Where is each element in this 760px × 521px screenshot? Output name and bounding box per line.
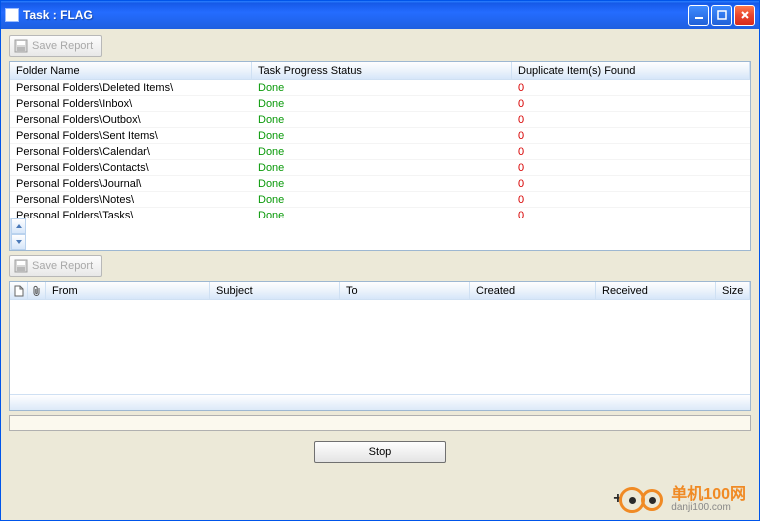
header-to[interactable]: To [340,282,470,299]
close-button[interactable] [734,5,755,26]
save-icon [14,259,28,273]
table-row[interactable]: Personal Folders\Calendar\Done0 [10,144,750,160]
save-icon [14,39,28,53]
header-received[interactable]: Received [596,282,716,299]
cell-status: Done [252,82,512,94]
header-task-status[interactable]: Task Progress Status [252,62,512,79]
save-report-label: Save Report [32,40,93,52]
progress-bar [9,415,751,431]
stop-button[interactable]: Stop [314,441,446,463]
task-table-body: Personal Folders\Deleted Items\Done0Pers… [10,80,750,218]
cell-status: Done [252,162,512,174]
cell-duplicates: 0 [512,98,750,110]
paperclip-icon [32,285,42,297]
save-report-label: Save Report [32,260,93,272]
cell-folder: Personal Folders\Notes\ [10,194,252,206]
cell-folder: Personal Folders\Sent Items\ [10,130,252,142]
task-table-header: Folder Name Task Progress Status Duplica… [10,62,750,80]
table-row[interactable]: Personal Folders\Tasks\Done0 [10,208,750,218]
table-row[interactable]: Personal Folders\Outbox\Done0 [10,112,750,128]
cell-duplicates: 0 [512,82,750,94]
cell-duplicates: 0 [512,130,750,142]
cell-duplicates: 0 [512,178,750,190]
task-table-panel: Folder Name Task Progress Status Duplica… [9,61,751,251]
task-table: Folder Name Task Progress Status Duplica… [10,62,750,218]
table-row[interactable]: Personal Folders\Notes\Done0 [10,192,750,208]
cell-folder: Personal Folders\Calendar\ [10,146,252,158]
items-table-panel: From Subject To Created Received Size [9,281,751,411]
scroll-up-button[interactable] [11,218,26,234]
header-subject[interactable]: Subject [210,282,340,299]
cell-status: Done [252,178,512,190]
maximize-button[interactable] [711,5,732,26]
page-icon [14,285,24,297]
cell-folder: Personal Folders\Outbox\ [10,114,252,126]
cell-status: Done [252,98,512,110]
window-title: Task : FLAG [23,8,688,22]
cell-duplicates: 0 [512,194,750,206]
items-table-header: From Subject To Created Received Size [10,282,750,300]
window-controls [688,5,755,26]
header-duplicates[interactable]: Duplicate Item(s) Found [512,62,750,79]
client-area: Save Report Folder Name Task Progress St… [1,29,759,520]
header-type-icon[interactable] [10,282,28,299]
cell-status: Done [252,210,512,219]
cell-folder: Personal Folders\Tasks\ [10,210,252,219]
cell-folder: Personal Folders\Deleted Items\ [10,82,252,94]
cell-folder: Personal Folders\Journal\ [10,178,252,190]
cell-status: Done [252,146,512,158]
save-report-button-top[interactable]: Save Report [9,35,102,57]
app-icon [5,8,19,22]
header-created[interactable]: Created [470,282,596,299]
task-scrollbar[interactable] [10,218,26,250]
cell-duplicates: 0 [512,162,750,174]
cell-status: Done [252,130,512,142]
minimize-button[interactable] [688,5,709,26]
toolbar-mid: Save Report [9,255,751,277]
cell-duplicates: 0 [512,114,750,126]
items-table-footer [10,394,750,410]
cell-duplicates: 0 [512,210,750,219]
cell-duplicates: 0 [512,146,750,158]
table-row[interactable]: Personal Folders\Contacts\Done0 [10,160,750,176]
header-attachment-icon[interactable] [28,282,46,299]
table-row[interactable]: Personal Folders\Journal\Done0 [10,176,750,192]
table-row[interactable]: Personal Folders\Sent Items\Done0 [10,128,750,144]
scroll-down-button[interactable] [11,234,26,250]
cell-status: Done [252,114,512,126]
toolbar-top: Save Report [9,35,751,57]
items-table-body [10,300,750,394]
titlebar[interactable]: Task : FLAG [1,1,759,29]
cell-status: Done [252,194,512,206]
window: Task : FLAG Save Report [0,0,760,521]
cell-folder: Personal Folders\Inbox\ [10,98,252,110]
header-folder-name[interactable]: Folder Name [10,62,252,79]
save-report-button-mid[interactable]: Save Report [9,255,102,277]
cell-folder: Personal Folders\Contacts\ [10,162,252,174]
table-row[interactable]: Personal Folders\Inbox\Done0 [10,96,750,112]
header-from[interactable]: From [46,282,210,299]
header-size[interactable]: Size [716,282,750,299]
table-row[interactable]: Personal Folders\Deleted Items\Done0 [10,80,750,96]
action-row: Stop [9,435,751,463]
